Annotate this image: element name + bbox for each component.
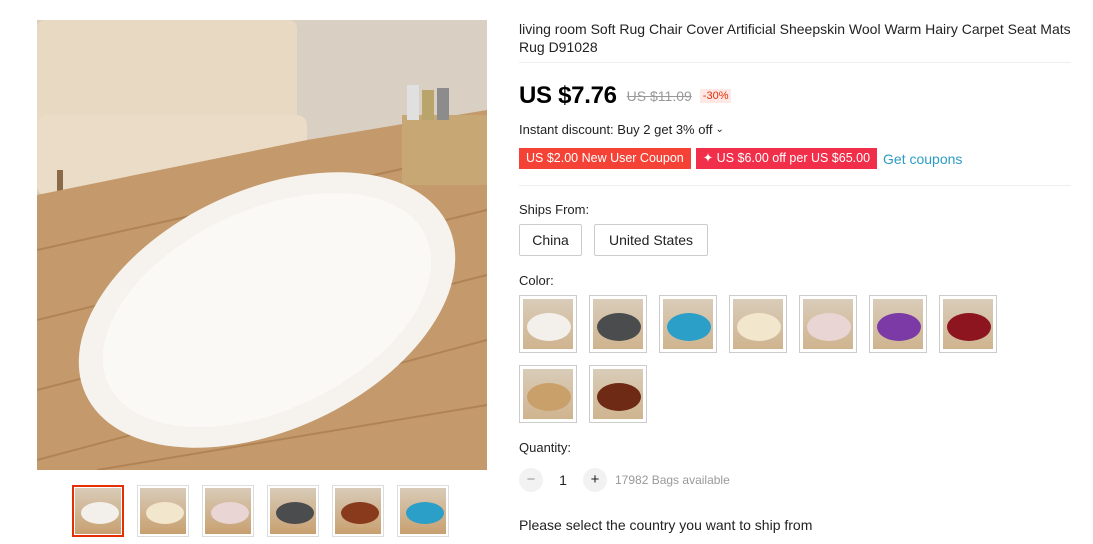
rug-preview xyxy=(947,313,991,341)
original-price: US $11.09 xyxy=(626,88,692,104)
color-swatch-beige[interactable] xyxy=(729,295,787,353)
color-swatch-blue[interactable] xyxy=(659,295,717,353)
thumbnail-image xyxy=(335,488,381,534)
swatch-image xyxy=(523,299,573,349)
rug-preview xyxy=(597,383,641,411)
thumbnail[interactable] xyxy=(137,485,189,537)
swatch-image xyxy=(663,299,713,349)
rug-preview xyxy=(406,502,444,524)
thumbnail-image xyxy=(400,488,446,534)
rug-preview xyxy=(146,502,184,524)
quantity-label: Quantity: xyxy=(519,440,572,455)
rug-preview xyxy=(807,313,851,341)
thumbnail-image xyxy=(140,488,186,534)
stock-available: 17982 Bags available xyxy=(615,473,730,487)
instant-discount-label: Instant discount: Buy 2 get 3% off xyxy=(519,122,713,137)
color-swatch-white[interactable] xyxy=(519,295,577,353)
ship-option-united-states[interactable]: United States xyxy=(594,224,708,256)
price-row: US $7.76 US $11.09 -30% xyxy=(519,82,732,110)
swatch-image xyxy=(943,299,993,349)
color-swatch-dark-grey[interactable] xyxy=(589,295,647,353)
new-user-coupon[interactable]: US $2.00 New User Coupon xyxy=(519,148,691,169)
quantity-increase-button[interactable]: + xyxy=(583,468,607,492)
rug-preview xyxy=(597,313,641,341)
rug-preview xyxy=(276,502,314,524)
quantity-stepper: − 1 + 17982 Bags available xyxy=(519,468,730,492)
rug-preview xyxy=(341,502,379,524)
swatch-image xyxy=(873,299,923,349)
thumbnail-image xyxy=(270,488,316,534)
quantity-decrease-button[interactable]: − xyxy=(519,468,543,492)
rug-preview xyxy=(877,313,921,341)
color-swatch-red[interactable] xyxy=(939,295,997,353)
ships-from-label: Ships From: xyxy=(519,202,590,217)
current-price: US $7.76 xyxy=(519,82,617,109)
thumbnail-image xyxy=(75,488,121,534)
chevron-down-icon: ⌄ xyxy=(715,124,724,135)
rug-preview xyxy=(527,313,571,341)
swatch-image xyxy=(593,299,643,349)
main-product-image[interactable] xyxy=(37,20,487,470)
swatch-image xyxy=(523,369,573,419)
thumbnail[interactable] xyxy=(267,485,319,537)
thumbnail-strip xyxy=(72,485,472,539)
color-swatch-camel[interactable] xyxy=(519,365,577,423)
rug-preview xyxy=(211,502,249,524)
divider xyxy=(519,185,1071,186)
shipping-note: Please select the country you want to sh… xyxy=(519,517,813,533)
get-coupons-link[interactable]: Get coupons xyxy=(883,151,962,167)
thumbnail[interactable] xyxy=(397,485,449,537)
product-info: living room Soft Rug Chair Cover Artific… xyxy=(519,20,1074,56)
swatch-image xyxy=(593,369,643,419)
quantity-value[interactable]: 1 xyxy=(543,472,583,488)
store-coupon[interactable]: ✦ US $6.00 off per US $65.00 xyxy=(695,148,878,169)
swatch-image xyxy=(803,299,853,349)
rug-preview xyxy=(737,313,781,341)
thumbnail[interactable] xyxy=(332,485,384,537)
product-title: living room Soft Rug Chair Cover Artific… xyxy=(519,21,1071,55)
swatch-image xyxy=(733,299,783,349)
rug-preview xyxy=(527,383,571,411)
color-swatch-purple[interactable] xyxy=(869,295,927,353)
thumbnail-image xyxy=(205,488,251,534)
color-swatch-brown[interactable] xyxy=(589,365,647,423)
rug-preview xyxy=(81,502,119,524)
ship-option-china[interactable]: China xyxy=(519,224,582,256)
thumbnail[interactable] xyxy=(72,485,124,537)
thumbnail[interactable] xyxy=(202,485,254,537)
color-swatch-pink[interactable] xyxy=(799,295,857,353)
divider xyxy=(519,62,1071,63)
color-label: Color: xyxy=(519,273,554,288)
coupon-row: US $2.00 New User Coupon ✦ US $6.00 off … xyxy=(519,148,962,169)
discount-badge: -30% xyxy=(699,89,732,103)
rug-preview xyxy=(667,313,711,341)
instant-discount[interactable]: Instant discount: Buy 2 get 3% off ⌄ xyxy=(519,122,724,137)
